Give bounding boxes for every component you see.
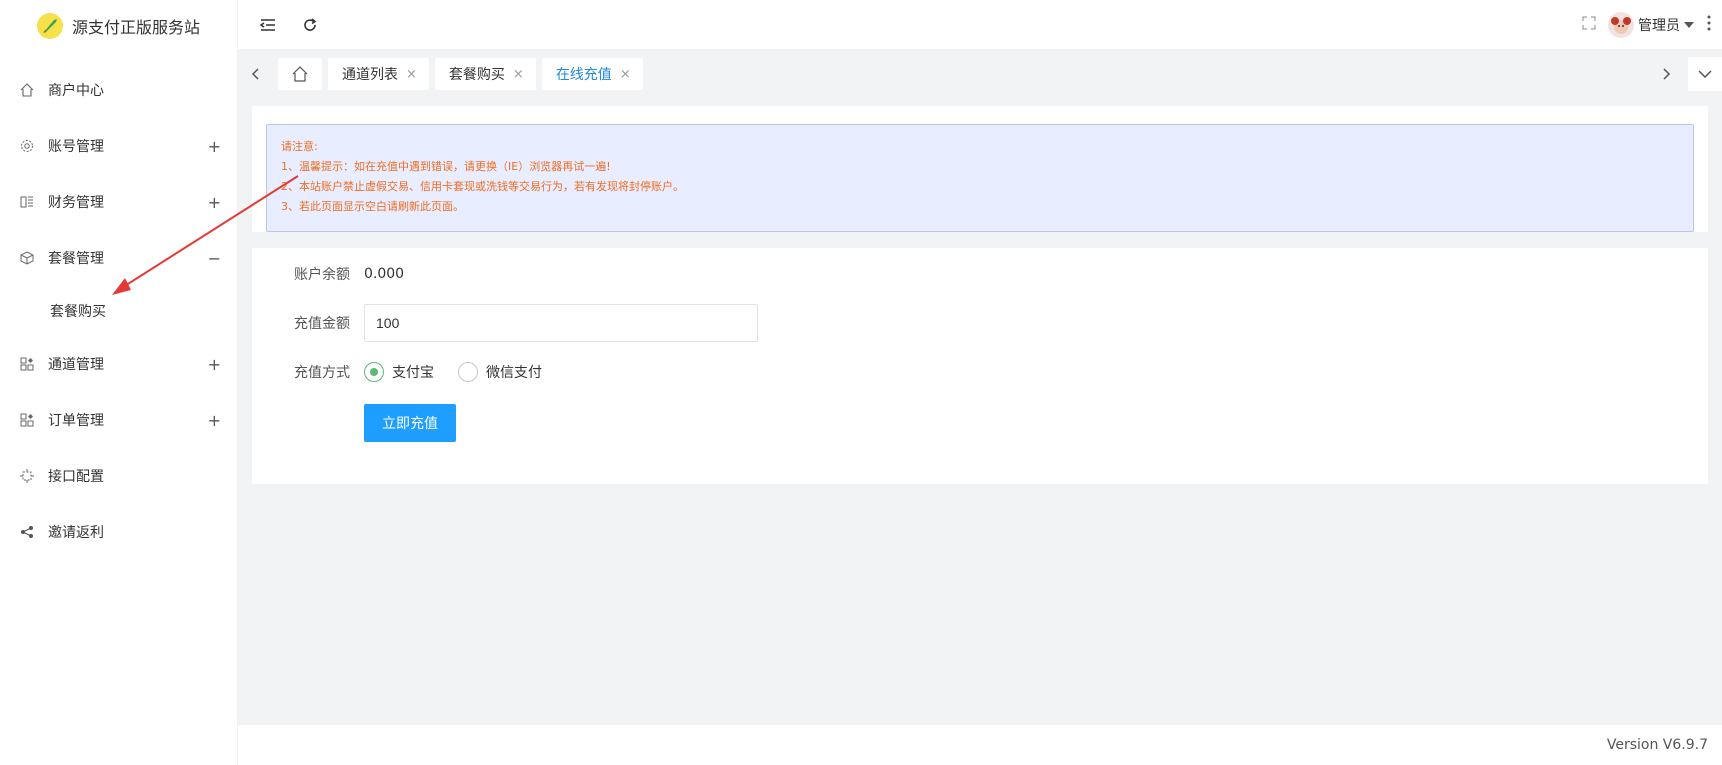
topbar-right: 管理员 — [1582, 0, 1712, 50]
amount-row: 充值金额 — [252, 304, 758, 342]
app-logo[interactable]: 源支付正版服务站 — [0, 0, 237, 52]
sidebar-item-invite[interactable]: 邀请返利 — [0, 504, 237, 560]
tab-bar: 通道列表 × 套餐购买 × 在线充值 × — [238, 50, 1722, 98]
submit-row: 立即充值 — [252, 404, 456, 442]
refresh-icon[interactable] — [298, 13, 322, 37]
apps-icon — [20, 413, 34, 427]
notice-title: 请注意: — [281, 140, 318, 153]
sidebar-item-finance[interactable]: 财务管理 + — [0, 174, 237, 230]
radio-label: 支付宝 — [392, 365, 434, 381]
tab-label: 在线充值 — [555, 67, 612, 83]
sidebar-item-account[interactable]: 账号管理 + — [0, 118, 237, 174]
balance-label: 账户余额 — [294, 267, 350, 283]
apps-icon — [20, 357, 34, 371]
tab-home[interactable] — [278, 58, 322, 90]
sidebar-item-merchant-center[interactable]: 商户中心 — [0, 62, 237, 118]
radio-dot — [364, 362, 384, 382]
tabbar-right — [1650, 57, 1722, 91]
tab-label: 套餐购买 — [448, 67, 505, 83]
sidebar: 源支付正版服务站 商户中心 账号管理 + 财务管理 + 套餐管理 − 套餐购买 … — [0, 0, 238, 765]
notice-line: 2、本站账户禁止虚假交易、信用卡套现或洗钱等交易行为，若有发现将封停账户。 — [281, 180, 684, 193]
tab-channel-list[interactable]: 通道列表 × — [328, 58, 429, 90]
radio-label: 微信支付 — [486, 365, 542, 381]
tab-label: 通道列表 — [342, 67, 398, 83]
notice-line: 1、温馨提示：如在充值中遇到错误，请更换（IE）浏览器再试一遍! — [281, 160, 611, 173]
close-icon[interactable]: × — [513, 67, 524, 82]
collapse-icon[interactable]: − — [208, 249, 221, 268]
footer: Version V6.9.7 — [238, 725, 1722, 765]
sidebar-item-label: 财务管理 — [48, 195, 104, 211]
home-icon — [292, 66, 308, 82]
sidebar-item-channel[interactable]: 通道管理 + — [0, 336, 237, 392]
plug-icon — [20, 469, 34, 483]
version-text: Version V6.9.7 — [1606, 737, 1708, 753]
app-title: 源支付正版服务站 — [72, 18, 201, 37]
share-icon — [20, 525, 34, 539]
sidebar-item-label: 商户中心 — [48, 83, 104, 99]
notice-line: 3、若此页面显示空白请刷新此页面。 — [281, 200, 464, 213]
expand-icon[interactable]: + — [208, 137, 221, 156]
tab-online-recharge[interactable]: 在线充值 × — [541, 58, 643, 90]
sidebar-item-order[interactable]: 订单管理 + — [0, 392, 237, 448]
caret-down-icon — [1684, 17, 1694, 33]
balance-value: 0.000 — [364, 266, 405, 282]
sidebar-item-label: 账号管理 — [48, 139, 104, 155]
close-icon[interactable]: × — [406, 67, 417, 82]
recharge-submit-button[interactable]: 立即充值 — [364, 404, 456, 442]
sidebar-item-label: 套餐管理 — [48, 251, 104, 267]
radio-alipay[interactable]: 支付宝 — [364, 362, 434, 382]
amount-label: 充值金额 — [294, 316, 350, 332]
avatar — [1608, 12, 1634, 38]
home-icon — [20, 83, 34, 97]
fullscreen-icon[interactable] — [1582, 16, 1596, 34]
notice-box: 请注意: 1、温馨提示：如在充值中遇到错误，请更换（IE）浏览器再试一遍! 2、… — [266, 124, 1694, 232]
tab-scroll-right-icon[interactable] — [1650, 57, 1684, 91]
sidebar-item-label: 通道管理 — [48, 357, 104, 373]
notice-card: 请注意: 1、温馨提示：如在充值中遇到错误，请更换（IE）浏览器再试一遍! 2、… — [252, 106, 1708, 232]
sidebar-item-label: 订单管理 — [48, 413, 104, 429]
gear-icon — [20, 139, 34, 153]
admin-name: 管理员 — [1638, 18, 1680, 34]
sidebar-item-label: 邀请返利 — [48, 525, 104, 541]
recharge-form: 账户余额 0.000 充值金额 充值方式 支付宝 微信支付 立即充值 — [252, 248, 1708, 484]
sidebar-item-package[interactable]: 套餐管理 − — [0, 230, 237, 286]
tab-dropdown-icon[interactable] — [1688, 57, 1722, 91]
expand-icon[interactable]: + — [208, 411, 221, 430]
balance-row: 账户余额 0.000 — [252, 262, 404, 286]
amount-input[interactable] — [364, 304, 758, 342]
cube-icon — [20, 251, 34, 265]
tab-scroll-left-icon[interactable] — [238, 57, 272, 91]
admin-menu[interactable]: 管理员 — [1608, 12, 1694, 38]
radio-wechat-pay[interactable]: 微信支付 — [458, 362, 542, 382]
close-icon[interactable]: × — [620, 67, 631, 82]
menu-fold-icon[interactable] — [256, 13, 280, 37]
method-row: 充值方式 支付宝 微信支付 — [252, 360, 566, 384]
sidebar-menu: 商户中心 账号管理 + 财务管理 + 套餐管理 − 套餐购买 通道管理 + 订单… — [0, 62, 237, 560]
expand-icon[interactable]: + — [208, 355, 221, 374]
finance-icon — [20, 195, 34, 209]
more-vertical-icon[interactable] — [1706, 15, 1712, 35]
method-label: 充值方式 — [294, 365, 350, 381]
radio-dot — [458, 362, 478, 382]
expand-icon[interactable]: + — [208, 193, 221, 212]
sidebar-item-api-config[interactable]: 接口配置 — [0, 448, 237, 504]
sidebar-item-label: 接口配置 — [48, 469, 104, 485]
tab-package-buy[interactable]: 套餐购买 × — [434, 58, 536, 90]
sidebar-subitem-package-buy[interactable]: 套餐购买 — [0, 286, 237, 336]
top-bar: 管理员 — [238, 0, 1722, 50]
main-content: 请注意: 1、温馨提示：如在充值中遇到错误，请更换（IE）浏览器再试一遍! 2、… — [238, 98, 1722, 765]
rocket-icon — [37, 13, 63, 39]
